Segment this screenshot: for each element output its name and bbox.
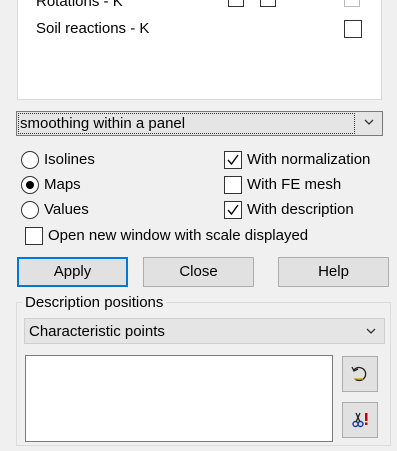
undo-icon — [351, 366, 367, 382]
chevron-down-icon — [364, 119, 374, 125]
values-radio[interactable] — [21, 201, 39, 219]
rotations-checkbox-2[interactable] — [260, 0, 276, 7]
rotations-checkbox-1[interactable] — [228, 0, 244, 7]
smoothing-select-value: smoothing within a panel — [20, 115, 186, 132]
open-new-window-label: Open new window with scale displayed — [48, 227, 309, 244]
rotations-checkbox-3[interactable] — [344, 0, 360, 7]
with-fe-mesh-label: With FE mesh — [247, 176, 342, 193]
values-label: Values — [44, 201, 89, 218]
maps-radio[interactable] — [21, 176, 39, 194]
open-new-window-checkbox[interactable] — [25, 227, 43, 245]
scissors-delete-icon — [352, 412, 368, 428]
apply-button[interactable]: Apply — [17, 257, 128, 287]
isolines-label: Isolines — [44, 151, 95, 168]
isolines-radio[interactable] — [21, 151, 39, 169]
undo-button[interactable] — [342, 356, 378, 392]
description-position-select[interactable]: Characteristic points — [24, 318, 385, 344]
description-positions-title: Description positions — [22, 294, 167, 311]
with-description-label: With description — [247, 201, 354, 218]
checkmark-icon — [227, 204, 239, 216]
delete-button[interactable] — [342, 402, 378, 438]
with-normalization-checkbox[interactable] — [224, 151, 242, 169]
list-item-label: Soil reactions - K — [36, 20, 150, 37]
with-fe-mesh-checkbox[interactable] — [224, 176, 242, 194]
soil-reactions-checkbox[interactable] — [344, 20, 362, 38]
maps-label: Maps — [44, 176, 81, 193]
with-description-checkbox[interactable] — [224, 201, 242, 219]
close-button[interactable]: Close — [143, 257, 254, 287]
list-item-soil-reactions: Soil reactions - K — [36, 20, 149, 37]
checkmark-icon — [227, 154, 239, 166]
description-positions-list[interactable] — [25, 355, 333, 442]
list-item-label: Rotations - K — [36, 0, 123, 10]
smoothing-select[interactable]: smoothing within a panel — [16, 111, 383, 136]
help-button[interactable]: Help — [278, 257, 389, 287]
with-normalization-label: With normalization — [247, 151, 371, 168]
results-list-panel: Rotations - K Soil reactions - K — [17, 0, 382, 100]
description-position-value: Characteristic points — [29, 323, 165, 340]
chevron-down-icon — [366, 328, 376, 334]
list-item-rotations: Rotations - K — [36, 0, 123, 10]
